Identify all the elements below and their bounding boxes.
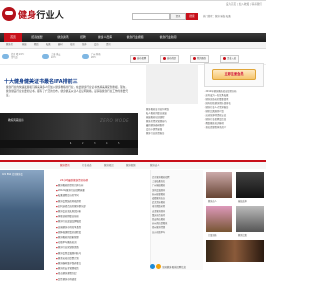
subnav-item[interactable]: 培训 [70,42,75,48]
post-resume-button[interactable]: 发布简历 [160,55,180,63]
cloud-icon [2,54,9,59]
hot-search[interactable]: 热门搜索：健身 瑜伽 私教 [203,14,231,18]
tab-stars[interactable]: 健身达人 [150,162,160,169]
middle-image[interactable] [146,64,198,104]
post-icon [133,57,136,60]
section-tabs: 健身资讯 行业动态 健身知识 健身视频 健身达人 [0,160,266,169]
gallery-tabs: 1 2 3 4 5 [0,140,138,148]
photo-caption: 健美比赛 [238,234,247,237]
weather-sub: 22℃ [51,56,57,59]
left-promo-image[interactable] [0,170,44,270]
photo-banner[interactable] [206,240,264,262]
subnav-item[interactable]: 器材 [58,42,63,48]
tab-knowledge[interactable]: 健身知识 [104,162,114,169]
top-links[interactable]: 设为首页 | 加入收藏 | 联系我们 [226,2,262,6]
middle-news-list: 健身教练证书如何考取 私人教练的职业发展 瑜伽教练培训课程 健身房经营管理技巧 … [146,108,200,136]
subnav-item[interactable]: 健身房 [6,42,13,48]
company-icon [223,57,226,60]
gallery-tab[interactable]: 3 [94,141,95,147]
subnav-item[interactable]: 营养 [82,42,87,48]
news-banner[interactable]: 24小时最新健身资讯热榜 [60,178,88,182]
jobs-list: 北京健身教练招聘 上海私教岗位 广州瑜伽教练 深圳会籍顾问 杭州操课教练 成都健… [152,176,202,235]
cloud-icon [82,54,89,59]
subnav-item[interactable]: 会员 [94,42,99,48]
logo-icon [2,7,16,21]
subnav-item[interactable]: 资讯 [106,42,111,48]
nav-item-jobs[interactable]: 招聘 [76,33,90,42]
service-icon [193,57,196,60]
post-job-button[interactable]: 发布招聘 [130,55,150,63]
photo-thumb[interactable] [236,206,264,232]
subnav-item[interactable]: 舞蹈 [34,42,39,48]
search-button[interactable]: 搜索 [186,13,198,20]
resume-icon [163,57,166,60]
gallery-title: 教练风采展示 [8,119,24,122]
gallery-tab[interactable]: 5 [118,141,119,147]
nav-item-talent[interactable]: 健身人员库 [92,33,118,42]
list-item[interactable]: 长沙动感单车 [152,231,202,235]
section-news-list: 健身教练转型的几种方向 2012年健身行业招聘热潮 私教课程定价的学问 健身会所… [56,184,148,283]
cloud-icon [42,54,49,59]
subnav-item[interactable]: 私教 [46,42,51,48]
headline-lede: 健身行业的快速发展吸引越来越多人们加入健身教练的行业，在此健身行业证书也越来越受… [6,86,128,97]
gallery-tab[interactable]: 2 [82,141,83,147]
gallery-watermark: ZERO MODE [100,118,130,123]
weather-item: 上海 多云 22℃ [42,52,82,64]
nav-item-home[interactable]: 首页 [4,33,22,42]
photo-thumb[interactable] [236,172,264,198]
nav-item-news[interactable]: 健身资讯 [52,33,74,42]
weather-sub: 空气良 [11,56,18,59]
logo-text: 健身行业人 [18,8,64,21]
list-item[interactable]: 普拉提课程体系简介 [204,126,264,130]
right-news-list: 2012年健身教练就业形势分析 如何成为一名优秀私教 健身房选址的重要因素 国内… [204,90,264,130]
nav-item-franchise[interactable]: 招商加盟 [24,33,50,42]
list-item[interactable]: 健身行业薪资报告 [146,132,200,136]
subnav-item[interactable]: 瑜伽 [22,42,27,48]
left-promo-caption: 021 BSS 北京健身会 [2,173,23,176]
photo-caption: 瑜伽女神 [238,200,247,203]
photo-thumb[interactable] [206,206,232,232]
tab-video[interactable]: 健身视频 [126,162,136,169]
company-join-button[interactable]: 企业入驻 [220,55,240,63]
tab-news[interactable]: 健身资讯 [60,162,70,169]
weather-item: 北京 晴 24℃ 空气良 [2,52,42,64]
site-logo[interactable]: 健身行业人 [2,5,82,25]
gallery-tab[interactable]: 4 [106,141,107,147]
weather-sub: 28℃ [91,56,97,59]
photo-caption: 健身达人 [208,200,217,203]
logo-text-red: 健身 [18,11,37,21]
qq-icon[interactable] [150,264,155,269]
list-item[interactable]: 女性健身市场调查 [56,278,148,283]
search-category-select[interactable]: 资讯 [170,13,186,20]
headline-title[interactable]: 十大健身健美证书最名IFA排前三 [4,78,78,85]
bottom-caption[interactable]: 全国健身教练招聘信息 [162,265,186,269]
main-nav: 首页 招商加盟 健身资讯 招聘 健身人员库 健身行业视频 健身行业新闻 [0,33,266,42]
register-button[interactable]: 立即注册会员 [212,69,256,80]
search-input[interactable] [132,13,170,20]
weather-item: 广州 阵雨 28℃ [82,52,122,64]
my-service-button[interactable]: 我的服务 [190,55,210,63]
nav-item-video[interactable]: 健身行业视频 [120,33,150,42]
tab-industry[interactable]: 行业动态 [82,162,92,169]
gallery-tab[interactable]: 1 [70,141,71,147]
photo-caption: 力量训练 [208,234,217,237]
photo-thumb[interactable] [206,172,232,198]
sub-nav: 健身房 瑜伽 舞蹈 私教 器材 培训 营养 会员 资讯 [0,42,266,49]
star-icon[interactable] [156,264,161,269]
logo-text-black: 行业人 [36,11,65,21]
top-border [0,0,266,1]
nav-item-industry-news[interactable]: 健身行业新闻 [152,33,184,42]
